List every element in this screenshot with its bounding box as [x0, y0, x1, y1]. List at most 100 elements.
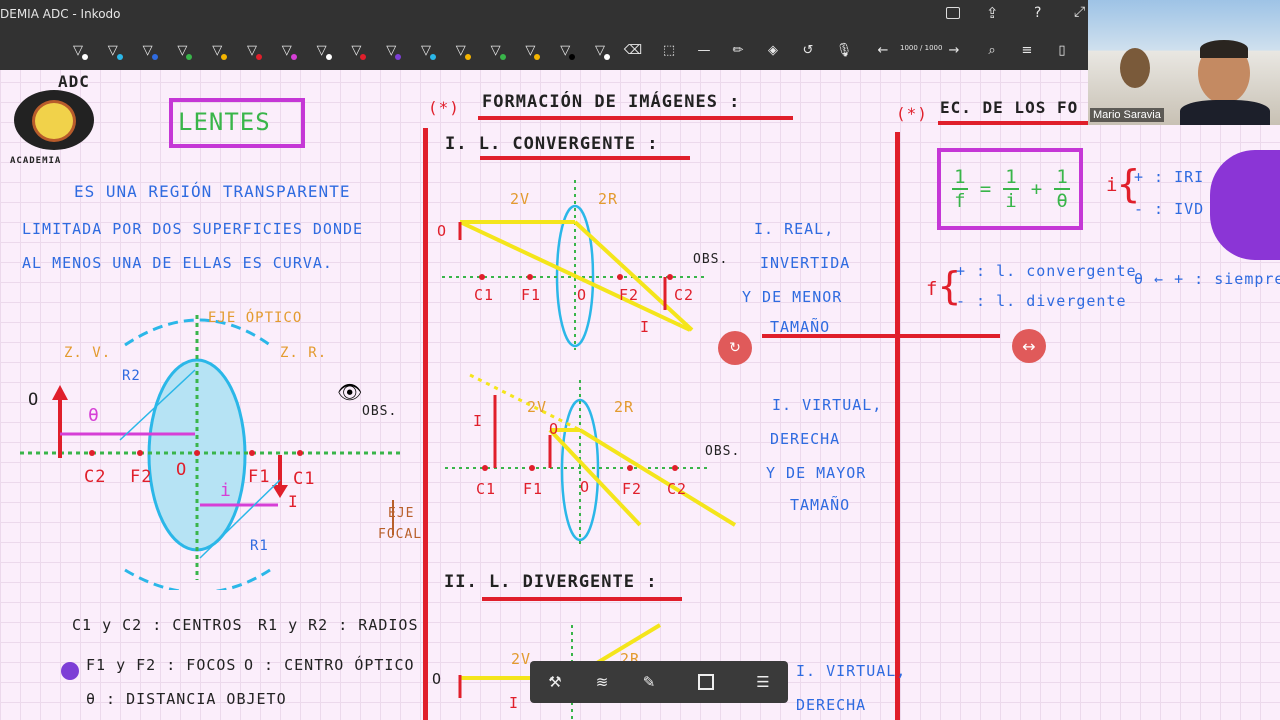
- settings-sliders-icon[interactable]: ≡: [1016, 39, 1038, 61]
- undo-history-icon[interactable]: ↺: [797, 39, 819, 61]
- pen-tool-10-icon[interactable]: ▽: [380, 39, 402, 61]
- d2-text-1: I. VIRTUAL,: [772, 396, 883, 414]
- line-tool-icon[interactable]: —: [693, 39, 715, 61]
- f-sign-plus: + : l. convergente: [956, 262, 1137, 280]
- center-label: O: [176, 460, 188, 480]
- layers-icon[interactable]: ≋: [591, 671, 613, 693]
- help-icon[interactable]: ?: [1034, 5, 1041, 21]
- d1-text-1: I. REAL,: [754, 220, 835, 238]
- eje-focal-label-2: FOCAL: [378, 527, 423, 542]
- pen-tool-2-icon[interactable]: ▽: [102, 39, 124, 61]
- share-icon[interactable]: ⇪: [986, 4, 999, 22]
- tools-icon[interactable]: ⚒: [544, 671, 566, 693]
- i-sign-plus: + : IRI: [1134, 168, 1205, 186]
- selection-icon[interactable]: ⬚: [658, 39, 680, 61]
- formacion-underline: [478, 116, 793, 120]
- d1-center: O: [577, 286, 588, 304]
- pen-tool-12-icon[interactable]: ▽: [450, 39, 472, 61]
- floating-toolbar: ⚒ ≋ ✎ ☰: [530, 661, 788, 703]
- pen-tool-16-icon[interactable]: ▽: [589, 39, 611, 61]
- c2-label: C2: [84, 467, 107, 487]
- d3-text-2: DERECHA: [796, 696, 867, 714]
- d1-image: I: [640, 318, 651, 336]
- d2-image: I: [473, 412, 484, 430]
- microphone-icon[interactable]: 🎙: [833, 39, 855, 61]
- lentes-title: LENTES: [178, 108, 271, 136]
- legend-distancia: θ : DISTANCIA OBJETO: [86, 690, 287, 708]
- pen-tool-6-icon[interactable]: ▽: [241, 39, 263, 61]
- d2-zv: 2V: [527, 398, 548, 416]
- d2-text-4: TAMAÑO: [790, 496, 851, 514]
- zr-label: Z. R.: [280, 345, 328, 361]
- lines-icon[interactable]: ☰: [752, 671, 774, 693]
- zoom-icon[interactable]: ⌕: [981, 39, 1003, 61]
- pen-tool-15-icon[interactable]: ▽: [554, 39, 576, 61]
- pen-tool-8-icon[interactable]: ▽: [311, 39, 333, 61]
- pen-tool-9-icon[interactable]: ▽: [345, 39, 367, 61]
- ecuacion-marker: (*): [896, 104, 928, 123]
- expand-icon[interactable]: ⤢: [1074, 4, 1085, 20]
- d2-f1: F1: [523, 480, 544, 498]
- ecuacion-underline: [938, 121, 1088, 125]
- legend-radios: R1 y R2 : RADIOS: [258, 616, 419, 634]
- formacion-marker: (*): [428, 98, 460, 117]
- prev-page-icon[interactable]: ←: [872, 39, 894, 61]
- pen-tool-4-icon[interactable]: ▽: [171, 39, 193, 61]
- d2-text-2: DERECHA: [770, 430, 841, 448]
- resize-handle[interactable]: ↔: [1012, 329, 1046, 363]
- d1-obs: OBS.: [693, 252, 729, 267]
- t1-num: 1: [1005, 166, 1017, 188]
- definition-line-1: ES UNA REGIÓN TRANSPARENTE: [74, 182, 351, 201]
- presenter-name: Mario Saravia: [1090, 108, 1164, 122]
- page-icon[interactable]: ▯: [1051, 39, 1073, 61]
- d3-zv: 2V: [511, 650, 532, 668]
- presenter-hair: [1200, 40, 1248, 58]
- pen-tool-1-icon[interactable]: ▽: [67, 39, 89, 61]
- rotate-handle[interactable]: ↻: [718, 331, 752, 365]
- theta-sign: θ ← + : siempre: [1134, 270, 1280, 288]
- pen-tool-3-icon[interactable]: ▽: [137, 39, 159, 61]
- ecuacion-title: EC. DE LOS FO: [940, 98, 1079, 117]
- divergente-underline: [482, 597, 682, 601]
- f2-label: F2: [130, 467, 153, 487]
- legend-centros: C1 y C2 : CENTROS: [72, 616, 243, 634]
- pen-tool-5-icon[interactable]: ▽: [206, 39, 228, 61]
- next-page-icon[interactable]: →: [943, 39, 965, 61]
- lens-formula: 1f = 1i + 1θ: [946, 154, 1076, 224]
- purple-decoration: [1210, 150, 1280, 260]
- formula-plus: +: [1030, 178, 1043, 200]
- logo: ADC ACADEMIA: [10, 72, 100, 172]
- pen-tool-7-icon[interactable]: ▽: [276, 39, 298, 61]
- edit-icon[interactable]: ✎: [638, 671, 660, 693]
- definition-line-3: AL MENOS UNA DE ELLAS ES CURVA.: [22, 254, 333, 272]
- d2-obs: OBS.: [705, 444, 741, 459]
- d1-f1: F1: [521, 286, 542, 304]
- d3-object: O: [432, 670, 443, 688]
- pen-tool-14-icon[interactable]: ▽: [519, 39, 541, 61]
- d2-f2: F2: [622, 480, 643, 498]
- d1-c2: C2: [674, 286, 695, 304]
- legend-focos: F1 y F2 : FOCOS: [86, 656, 237, 674]
- d1-zv: 2V: [510, 190, 531, 208]
- convergente-underline: [480, 156, 690, 160]
- lens-diagram: [20, 315, 400, 590]
- f-sign-var: f: [926, 278, 939, 300]
- page-indicator: 1000 / 1000: [900, 44, 943, 52]
- ruler-icon[interactable]: ✏: [727, 39, 749, 61]
- eraser-icon[interactable]: ⌫: [622, 39, 644, 61]
- pen-tool-11-icon[interactable]: ▽: [415, 39, 437, 61]
- pen-tool-13-icon[interactable]: ▽: [485, 39, 507, 61]
- window-title: DEMIA ADC - Inkodo: [0, 7, 121, 21]
- image-distance-label: i: [220, 480, 232, 501]
- selection-line[interactable]: [762, 334, 1000, 338]
- convergent-diagram-2: [445, 373, 737, 545]
- convergent-diagram-1: [442, 180, 705, 350]
- f1-label: F1: [248, 467, 271, 487]
- divergente-heading: II. L. DIVERGENTE :: [444, 572, 658, 592]
- whiteboard-canvas[interactable]: ADC ACADEMIA LENTES ES UNA REGIÓN TRANSP…: [0, 70, 1280, 720]
- rectangle-icon[interactable]: [695, 671, 717, 693]
- object-label: O: [28, 390, 40, 410]
- d3-text-1: I. VIRTUAL,: [796, 662, 907, 680]
- image-icon[interactable]: [946, 7, 960, 19]
- move-icon[interactable]: ◈: [762, 39, 784, 61]
